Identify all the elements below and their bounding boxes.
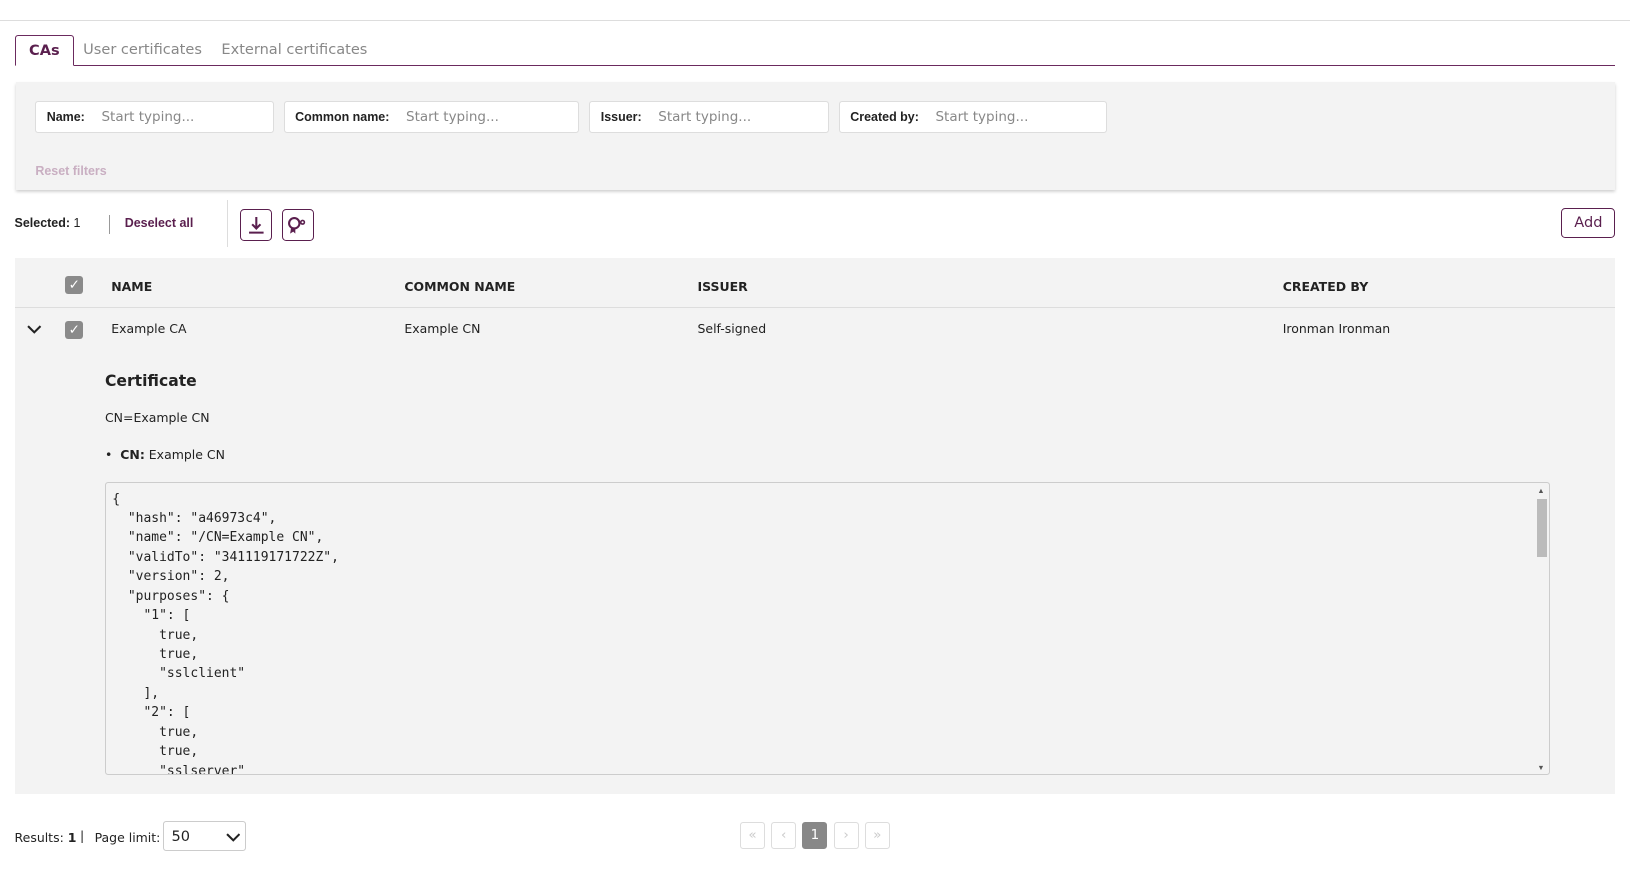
ca-table: ✓ NAME COMMON NAME ISSUER CREATED BY ✓ E…: [14, 257, 1616, 795]
row-checkbox[interactable]: ✓: [65, 321, 84, 339]
column-created-by[interactable]: CREATED BY: [1283, 279, 1369, 294]
issuer-filter-label: Issuer:: [600, 109, 642, 124]
issuer-filter-input[interactable]: [656, 107, 817, 126]
page-limit-select[interactable]: 50: [163, 821, 247, 852]
column-issuer[interactable]: ISSUER: [697, 279, 747, 294]
pagination-footer: Results: 1 | Page limit: 50 « ‹ 1 › »: [15, 821, 1616, 852]
scrollbar-thumb[interactable]: [1537, 498, 1547, 558]
created-by-filter-input[interactable]: [933, 107, 1094, 126]
cell-created-by: Ironman Ironman: [1282, 321, 1391, 337]
common-name-filter-input[interactable]: [403, 107, 564, 126]
add-button[interactable]: Add: [1561, 207, 1616, 239]
common-name-filter: Common name:: [283, 100, 579, 133]
first-page-button[interactable]: «: [740, 822, 765, 850]
page-limit-label: Page limit:: [94, 829, 161, 845]
divider: [226, 199, 228, 248]
last-page-button[interactable]: »: [864, 822, 890, 850]
results-count: Results: 1: [14, 829, 77, 845]
detail-title: Certificate: [104, 372, 197, 391]
column-common-name[interactable]: COMMON NAME: [404, 279, 515, 294]
divider: |: [80, 828, 85, 844]
divider: [109, 215, 111, 234]
cn-bullet: • CN: Example CN: [104, 446, 225, 462]
chevron-down-icon[interactable]: [27, 324, 42, 335]
download-button[interactable]: [240, 208, 273, 242]
certificate-settings-button[interactable]: [281, 208, 314, 242]
deselect-all-button[interactable]: Deselect all: [125, 216, 194, 230]
distinguished-name: CN=Example CN: [104, 409, 210, 425]
tab-user-certificates[interactable]: User certificates: [83, 35, 202, 65]
filter-panel: Name: Common name: Issuer: Created by: R…: [15, 82, 1616, 191]
name-filter-label: Name:: [46, 109, 85, 124]
name-filter: Name:: [35, 100, 275, 133]
chevron-down-icon: [225, 832, 240, 842]
created-by-filter: Created by:: [838, 100, 1107, 133]
common-name-filter-label: Common name:: [295, 109, 390, 124]
cell-issuer: Self-signed: [697, 321, 767, 337]
select-all-checkbox[interactable]: ✓: [65, 276, 84, 295]
column-name[interactable]: NAME: [111, 279, 152, 294]
tab-cas[interactable]: CAs: [14, 35, 75, 67]
prev-page-button[interactable]: ‹: [771, 822, 797, 850]
certificate-json-text: { "hash": "a46973c4", "name": "/CN=Examp…: [112, 491, 339, 776]
name-filter-input[interactable]: [99, 107, 260, 126]
selected-count: Selected: 1: [14, 216, 81, 231]
table-header: ✓ NAME COMMON NAME ISSUER CREATED BY: [14, 258, 1616, 308]
certificate-settings-icon: [288, 216, 306, 234]
page-1-button[interactable]: 1: [802, 822, 828, 850]
reset-filters-link[interactable]: Reset filters: [35, 164, 106, 178]
cell-name: Example CA: [111, 321, 187, 337]
next-page-button[interactable]: ›: [833, 822, 859, 850]
created-by-filter-label: Created by:: [850, 109, 919, 124]
download-icon: [248, 216, 264, 234]
issuer-filter: Issuer:: [589, 100, 830, 133]
top-divider: [0, 19, 1630, 21]
scrollbar[interactable]: ▲ ▼: [1534, 483, 1549, 774]
selection-toolbar: Selected: 1 Deselect all Add: [14, 199, 1616, 248]
tab-bar: CAs User certificates External certifica…: [14, 35, 1616, 67]
certificate-json[interactable]: { "hash": "a46973c4", "name": "/CN=Examp…: [104, 482, 1550, 776]
tab-external-certificates[interactable]: External certificates: [221, 35, 367, 65]
cell-common-name: Example CN: [404, 321, 481, 337]
